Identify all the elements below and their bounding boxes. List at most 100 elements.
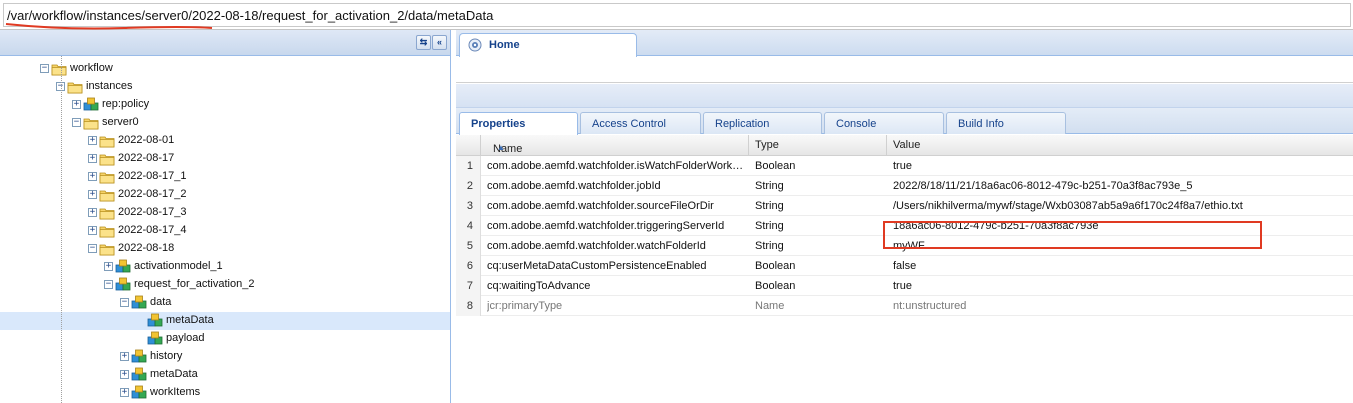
expand-node-icon[interactable]: + <box>120 388 129 397</box>
table-row[interactable]: 3 com.adobe.aemfd.watchfolder.sourceFileO… <box>456 196 1353 216</box>
cell-name: com.adobe.aemfd.watchfolder.watchFolderI… <box>487 240 706 252</box>
tab-access-control[interactable]: Access Control <box>580 112 701 134</box>
tree-node[interactable]: +2022-08-17_3 <box>0 204 450 222</box>
main-tab-strip: Home <box>456 30 1353 57</box>
tree-node[interactable]: +2022-08-17 <box>0 150 450 168</box>
tab-properties[interactable]: Properties <box>459 112 578 135</box>
repository-tree: − workflow − instances + rep:policy − server0 +2… <box>0 56 450 403</box>
cell-name: com.adobe.aemfd.watchfolder.isWatchFolde… <box>487 160 744 172</box>
folder-icon <box>99 226 115 238</box>
cell-type: String <box>755 200 784 212</box>
tree-node[interactable]: − server0 <box>0 114 450 132</box>
folder-icon <box>99 154 115 166</box>
tab-replication[interactable]: Replication <box>703 112 822 134</box>
table-row[interactable]: 6 cq:userMetaDataCustomPersistenceEnabled… <box>456 256 1353 276</box>
tree-node[interactable]: − data <box>0 294 450 312</box>
cell-type: Boolean <box>755 260 796 272</box>
row-number: 6 <box>456 256 481 276</box>
tree-node-label: data <box>150 296 172 308</box>
tree-node[interactable]: +2022-08-17_1 <box>0 168 450 186</box>
tree-node-label: workItems <box>150 386 201 398</box>
tree-node[interactable]: + workItems <box>0 384 450 402</box>
collapse-node-icon[interactable]: − <box>120 298 129 307</box>
folder-icon <box>99 244 115 256</box>
tree-node[interactable]: +2022-08-17_4 <box>0 222 450 240</box>
grid-header: Name ▲ Type Value <box>456 135 1353 156</box>
table-row[interactable]: 7 cq:waitingToAdvance Boolean true <box>456 276 1353 296</box>
tree-node[interactable]: +2022-08-01 <box>0 132 450 150</box>
expand-node-icon[interactable]: + <box>88 136 97 145</box>
tree-node-label: instances <box>86 80 133 92</box>
column-header-type[interactable]: Type <box>749 135 887 156</box>
tree-node[interactable]: − instances <box>0 78 450 96</box>
expand-node-icon[interactable]: + <box>72 100 81 109</box>
splitter-bar[interactable] <box>456 84 1353 108</box>
cell-type: String <box>755 180 784 192</box>
tree-node[interactable]: + metaData <box>0 366 450 384</box>
cell-value: false <box>893 260 917 272</box>
row-number: 3 <box>456 196 481 216</box>
expand-node-icon[interactable]: + <box>88 172 97 181</box>
tree-node-label: 2022-08-17_4 <box>118 224 187 236</box>
table-row[interactable]: 8 jcr:primaryType Name nt:unstructured <box>456 296 1353 316</box>
node-icon <box>83 97 99 111</box>
collapse-node-icon[interactable]: − <box>40 64 49 73</box>
expand-node-icon[interactable]: + <box>120 370 129 379</box>
tree-node-label: history <box>150 350 183 362</box>
expand-node-icon[interactable]: + <box>120 352 129 361</box>
tab-home[interactable]: Home <box>459 33 637 57</box>
tree-node-label: 2022-08-17_3 <box>118 206 187 218</box>
collapse-panel-button[interactable]: « <box>432 35 447 50</box>
node-icon <box>147 313 163 327</box>
column-header-name[interactable]: Name ▲ <box>481 135 749 156</box>
tab-home-label: Home <box>489 39 520 51</box>
tree-node[interactable]: − request_for_activation_2 <box>0 276 450 294</box>
cell-type: Name <box>755 300 785 312</box>
cell-name: cq:waitingToAdvance <box>487 280 591 292</box>
properties-grid: Name ▲ Type Value 1 com.adobe.aemfd.watchf… <box>456 135 1353 403</box>
tree-node[interactable]: − 2022-08-18 <box>0 240 450 258</box>
tree-node[interactable]: payload <box>0 330 450 348</box>
collapse-node-icon[interactable]: − <box>88 244 97 253</box>
tree-node-label: workflow <box>70 62 113 74</box>
refresh-tree-button[interactable]: ⇆ <box>416 35 431 50</box>
expand-node-icon[interactable]: + <box>88 190 97 199</box>
folder-icon <box>99 208 115 220</box>
tree-node[interactable]: +2022-08-17_2 <box>0 186 450 204</box>
collapse-node-icon[interactable]: − <box>104 280 113 289</box>
home-content-area <box>456 57 1353 83</box>
cell-name: com.adobe.aemfd.watchfolder.sourceFileOr… <box>487 200 714 212</box>
tree-node-label: 2022-08-01 <box>118 134 175 146</box>
tree-node-label: 2022-08-17_2 <box>118 188 187 200</box>
cell-value: true <box>893 160 912 172</box>
folder-icon <box>67 82 83 94</box>
expand-node-icon[interactable]: + <box>88 226 97 235</box>
row-number: 8 <box>456 296 481 316</box>
tree-node-label: payload <box>166 332 205 344</box>
cell-value: 2022/8/18/11/21/18a6ac06-8012-479c-b251-… <box>893 180 1193 192</box>
collapse-node-icon[interactable]: − <box>72 118 81 127</box>
expand-node-icon[interactable]: + <box>88 208 97 217</box>
repository-tree-panel: ⇆ « − workflow − instances + rep:policy − serve… <box>0 30 451 403</box>
table-row[interactable]: 1 com.adobe.aemfd.watchfolder.isWatchFold… <box>456 156 1353 176</box>
tree-node[interactable]: + history <box>0 348 450 366</box>
path-bar <box>0 0 1353 30</box>
tree-node[interactable]: + rep:policy <box>0 96 450 114</box>
tab-console[interactable]: Console <box>824 112 944 134</box>
expand-node-icon[interactable]: + <box>88 154 97 163</box>
node-icon <box>131 295 147 309</box>
table-row[interactable]: 2 com.adobe.aemfd.watchfolder.jobId String… <box>456 176 1353 196</box>
cell-type: Boolean <box>755 280 796 292</box>
tree-node[interactable]: metaData <box>0 312 450 330</box>
expand-node-icon[interactable]: + <box>104 262 113 271</box>
cell-name: com.adobe.aemfd.watchfolder.triggeringSe… <box>487 220 725 232</box>
node-icon <box>131 385 147 399</box>
folder-icon <box>99 190 115 202</box>
tab-build-info[interactable]: Build Info <box>946 112 1066 134</box>
tree-node[interactable]: − workflow <box>0 60 450 78</box>
node-icon <box>131 367 147 381</box>
tree-node-label: metaData <box>150 368 198 380</box>
column-header-value[interactable]: Value <box>887 135 1353 156</box>
cell-type: String <box>755 240 784 252</box>
tree-node[interactable]: + activationmodel_1 <box>0 258 450 276</box>
